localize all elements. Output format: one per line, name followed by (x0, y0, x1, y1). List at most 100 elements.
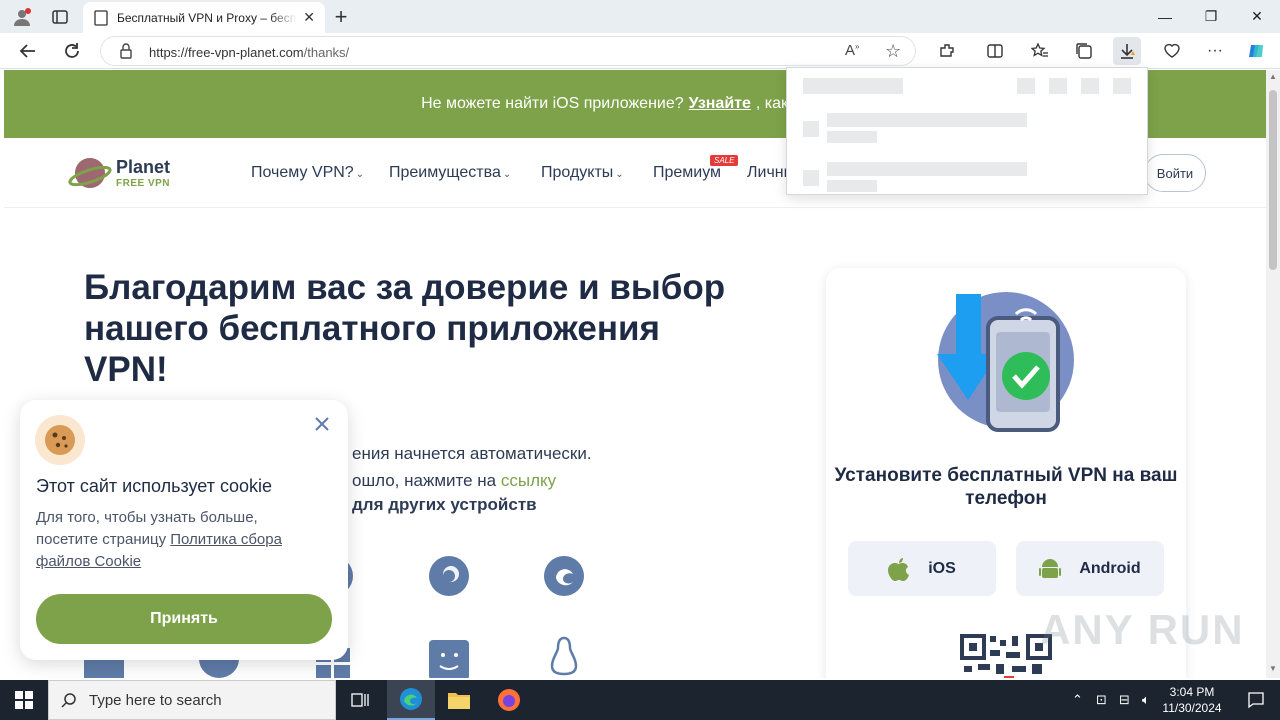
other-devices-label: для других устройств (352, 495, 537, 514)
android-label: Android (1079, 559, 1141, 577)
navigation-bar: https://free-vpn-planet.com/thanks/ A» ☆… (0, 33, 1280, 69)
firefox-icon[interactable] (429, 556, 469, 596)
planet-logo-icon (68, 158, 112, 188)
chevron-down-icon: ⌄ (615, 169, 624, 180)
download-info-line: ения начнется автоматически. (352, 444, 592, 463)
edge-taskbar-icon[interactable] (387, 680, 435, 720)
profile-icon[interactable] (9, 4, 35, 30)
task-view-icon[interactable] (336, 680, 384, 720)
banner-link[interactable]: Узнайте (689, 95, 751, 113)
url-text[interactable]: https://free-vpn-planet.com/thanks/ (149, 45, 349, 60)
extensions-icon[interactable] (933, 37, 961, 65)
file-explorer-icon[interactable] (435, 680, 483, 720)
apple-icon (888, 557, 910, 581)
menu-label: Продукты (541, 164, 614, 181)
accept-cookies-button[interactable]: Принять (36, 594, 332, 644)
show-hidden-icons[interactable]: ⌃ (1072, 692, 1083, 708)
start-button[interactable] (0, 680, 48, 720)
refresh-icon[interactable] (58, 37, 86, 65)
menu-label: Почему VPN? (251, 164, 354, 181)
read-aloud-icon[interactable]: A» (845, 42, 859, 59)
chevron-down-icon: ⌄ (502, 169, 512, 180)
menu-products[interactable]: Продукты ⌄ (541, 164, 624, 182)
downloads-icon[interactable] (1113, 37, 1141, 65)
browser-essentials-icon[interactable] (1158, 37, 1186, 65)
menu-label: Преимущества (389, 164, 501, 181)
ios-download-button[interactable]: iOS (848, 541, 996, 596)
address-bar[interactable]: https://free-vpn-planet.com/thanks/ A» ☆ (100, 36, 916, 66)
minimize-icon[interactable]: — (1142, 0, 1188, 33)
linux-icon[interactable] (544, 636, 584, 676)
system-clock[interactable]: 3:04 PM 11/30/2024 (1160, 684, 1224, 716)
page-favicon-icon (94, 9, 108, 26)
login-button[interactable]: Войти (1144, 154, 1206, 192)
menu-advantages[interactable]: Преимущества ⌄ (389, 164, 511, 182)
edge-icon[interactable] (544, 556, 584, 596)
file-icon (803, 170, 819, 186)
search-placeholder: Type here to search (89, 691, 222, 709)
scroll-up-icon[interactable]: ▲ (1269, 72, 1277, 81)
lock-icon[interactable] (119, 43, 133, 64)
downloads-panel (786, 67, 1148, 195)
install-card-title: Установите бесплатный VPN на ваш телефон (834, 465, 1178, 509)
menu-premium[interactable]: Премиум (653, 164, 721, 182)
android-download-button[interactable]: Android (1016, 541, 1164, 596)
cookie-title: Этот сайт использует cookie (36, 476, 272, 496)
collections-icon[interactable] (1070, 37, 1098, 65)
folder-icon[interactable] (1017, 78, 1035, 94)
more-icon[interactable] (1081, 78, 1099, 94)
scroll-down-icon[interactable]: ▼ (1269, 664, 1277, 673)
tab-title: Бесплатный VPN и Proxy – бесплатный VPN (117, 10, 297, 25)
notifications-icon[interactable] (1232, 680, 1280, 720)
download-item-placeholder[interactable] (827, 162, 1027, 176)
copilot-icon[interactable] (1243, 37, 1271, 65)
cookie-consent-popup: Этот сайт использует cookie Для того, чт… (20, 400, 348, 660)
android-icon (1039, 558, 1062, 578)
url-path: /thanks/ (303, 45, 350, 60)
restore-icon[interactable]: ❐ (1188, 0, 1234, 33)
windows-taskbar: Type here to search ⌃ ⊡ ⊟ 🔈︎ 3:04 PM 11/… (0, 680, 1280, 720)
back-icon[interactable] (14, 37, 42, 65)
panel-title-placeholder (803, 78, 903, 94)
download-status-placeholder (827, 131, 877, 143)
firefox-taskbar-icon[interactable] (485, 680, 533, 720)
download-item-placeholder[interactable] (827, 113, 1027, 127)
new-tab-icon[interactable]: + (328, 4, 354, 30)
download-status-placeholder (827, 180, 877, 192)
macos-finder-icon[interactable] (429, 640, 469, 678)
ios-label: iOS (928, 559, 956, 577)
banner-text: Не можете найти iOS приложение? (421, 95, 684, 112)
scroll-thumb[interactable] (1269, 90, 1277, 270)
close-window-icon[interactable]: ✕ (1234, 0, 1280, 33)
page-scrollbar[interactable]: ▲ ▼ (1266, 70, 1280, 678)
menu-why-vpn[interactable]: Почему VPN? ⌄ (251, 164, 364, 182)
clock-time: 3:04 PM (1169, 685, 1215, 699)
sale-badge: SALE (710, 155, 739, 166)
search-icon[interactable] (1049, 78, 1067, 94)
split-screen-icon[interactable] (981, 37, 1009, 65)
page-headline: Благодарим вас за доверие и выбор нашего… (84, 268, 726, 389)
network-drive-icon[interactable]: ⊡ (1096, 692, 1107, 708)
anyrun-watermark: ANY RUN (1040, 606, 1245, 653)
file-icon (803, 121, 819, 137)
favorite-star-icon[interactable]: ☆ (885, 41, 901, 62)
cookie-description: Для того, чтобы узнать больше, посетите … (36, 507, 316, 573)
logo-tagline: FREE VPN (116, 178, 171, 189)
site-logo[interactable]: Planet FREE VPN (68, 154, 178, 194)
chevron-down-icon: ⌄ (355, 169, 365, 180)
favorites-icon[interactable] (1026, 37, 1054, 65)
tab-actions-icon[interactable] (47, 4, 73, 30)
pin-icon[interactable] (1113, 78, 1131, 94)
volume-icon[interactable]: 🔈︎ (1142, 692, 1150, 708)
taskbar-search[interactable]: Type here to search (48, 680, 336, 720)
active-tab[interactable]: Бесплатный VPN и Proxy – бесплатный VPN … (83, 2, 325, 33)
download-link[interactable]: ссылку (501, 471, 556, 490)
network-icon[interactable]: ⊟ (1119, 692, 1130, 708)
windows-logo-icon (15, 691, 33, 709)
more-options-icon[interactable]: ··· (1201, 37, 1229, 65)
phone-download-illustration (937, 292, 1074, 432)
url-host: https://free-vpn-planet.com (149, 45, 304, 60)
close-icon[interactable] (312, 414, 332, 434)
close-tab-icon[interactable]: ✕ (303, 9, 315, 26)
clock-date: 11/30/2024 (1162, 701, 1222, 715)
